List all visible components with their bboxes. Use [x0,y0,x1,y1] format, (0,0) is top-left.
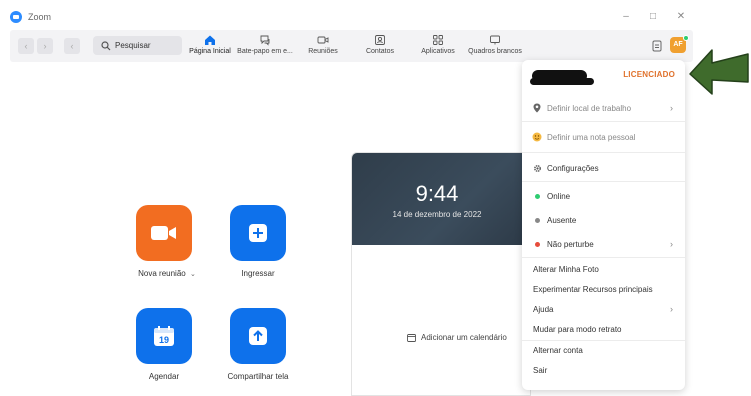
sign-out-item[interactable]: Sair [522,359,685,381]
close-icon[interactable]: ✕ [674,10,688,24]
home-icon [205,35,215,45]
zoom-logo-icon [10,11,22,23]
minimize-icon[interactable]: – [619,10,633,24]
status-away-label: Ausente [547,215,577,225]
history-icon[interactable]: ‹ [64,38,80,54]
status-online-item[interactable]: Online [522,185,685,207]
chevron-down-icon[interactable]: ⌄ [190,271,196,278]
menu-divider [522,121,685,122]
tab-home[interactable]: Página Inicial [185,34,235,60]
sign-out-label: Sair [533,365,548,375]
calendar-day-number: 19 [159,335,169,345]
set-personal-note-item[interactable]: Definir uma nota pessoal [522,126,685,148]
emoji-icon [532,132,542,142]
location-pin-icon [532,103,542,113]
schedule-button[interactable]: 19 [136,308,192,364]
change-photo-item[interactable]: Alterar Minha Foto [522,258,685,280]
tab-meetings-label: Reuniões [308,48,338,55]
status-dnd-label: Não perturbe [547,239,594,249]
schedule-label: Agendar [148,372,180,381]
menu-header: LICENCIADO [522,60,685,94]
tab-meetings[interactable]: Reuniões [302,34,344,60]
settings-item[interactable]: Configurações [522,157,685,179]
video-camera-icon [151,226,176,240]
search-label: Pesquisar [115,41,151,50]
add-calendar-label: Adicionar um calendário [421,333,507,342]
tab-chat-label: Bate-papo em e... [237,48,293,55]
tab-chat[interactable]: Bate-papo em e... [236,34,294,60]
chat-icon [260,35,270,46]
license-badge: LICENCIADO [623,70,675,79]
plus-icon [249,224,267,242]
calendar-card: 9:44 14 de dezembro de 2022 Adicionar um… [351,152,531,396]
tab-apps-label: Aplicativos [421,48,455,55]
current-time: 9:44 [415,181,459,206]
redacted-email [530,78,594,85]
new-meeting-button[interactable] [136,205,192,261]
title-bar: Zoom – □ ✕ [0,0,751,30]
tab-whiteboards-label: Quadros brancos [468,48,522,55]
online-dot-icon [532,193,542,199]
search-icon [101,40,111,50]
gear-icon [532,164,542,173]
chevron-right-icon: › [670,239,673,249]
menu-divider [522,152,685,153]
share-screen-label: Compartilhar tela [227,372,289,381]
share-screen-button[interactable] [230,308,286,364]
window-title: Zoom [28,12,52,22]
chevron-right-icon: › [670,304,673,314]
chevron-right-icon: › [670,103,673,113]
status-online-label: Online [547,191,571,201]
share-up-icon [249,327,267,345]
menu-divider [522,181,685,182]
tab-contacts[interactable]: Contatos [360,34,400,60]
back-arrow-icon[interactable]: ‹ [18,38,34,54]
apps-icon [433,35,443,45]
calendar-banner: 9:44 14 de dezembro de 2022 [352,153,530,245]
switch-account-label: Alternar conta [533,345,583,355]
away-dot-icon [532,217,542,223]
current-date: 14 de dezembro de 2022 [392,210,482,219]
set-work-location-item[interactable]: Definir local de trabalho › [522,97,685,119]
maximize-icon[interactable]: □ [646,10,660,24]
status-dnd-item[interactable]: Não perturbe › [522,233,685,255]
join-label: Ingressar [241,269,275,278]
try-features-label: Experimentar Recursos principais [533,284,653,294]
new-meeting-text: Nova reunião [138,269,186,278]
annotation-arrow-icon [689,49,749,95]
try-features-item[interactable]: Experimentar Recursos principais [522,278,685,300]
add-calendar-link[interactable]: Adicionar um calendário [407,333,507,342]
video-icon [317,36,329,44]
set-personal-note-label: Definir uma nota pessoal [547,132,636,142]
notifications-icon[interactable] [650,39,664,53]
help-label: Ajuda [533,304,554,314]
settings-label: Configurações [547,163,599,173]
forward-arrow-icon[interactable]: › [37,38,53,54]
tab-home-label: Página Inicial [189,48,231,55]
main-toolbar: ‹ › ‹ Pesquisar Página Inicial Bate-papo… [10,30,693,62]
set-work-location-label: Definir local de trabalho [547,103,632,113]
dnd-dot-icon [532,241,542,247]
zoom-app-window: Zoom – □ ✕ ‹ › ‹ Pesquisar Página Inicia… [0,0,751,396]
portrait-mode-item[interactable]: Mudar para modo retrato [522,318,685,340]
calendar-icon: 19 [154,326,174,346]
tab-apps[interactable]: Aplicativos [415,34,461,60]
profile-menu: LICENCIADO Definir local de trabalho › D… [522,60,685,390]
whiteboard-icon [490,35,500,45]
switch-account-item[interactable]: Alternar conta [522,339,685,361]
status-away-item[interactable]: Ausente [522,209,685,231]
help-item[interactable]: Ajuda › [522,298,685,320]
tab-whiteboards[interactable]: Quadros brancos [465,34,525,60]
search-button[interactable]: Pesquisar [93,36,182,55]
join-button[interactable] [230,205,286,261]
online-status-icon [683,35,689,41]
calendar-small-icon [407,334,416,342]
new-meeting-label: Nova reunião ⌄ [132,269,202,278]
contacts-icon [375,35,385,45]
tab-contacts-label: Contatos [365,48,395,55]
change-photo-label: Alterar Minha Foto [533,264,599,274]
portrait-mode-label: Mudar para modo retrato [533,324,622,334]
